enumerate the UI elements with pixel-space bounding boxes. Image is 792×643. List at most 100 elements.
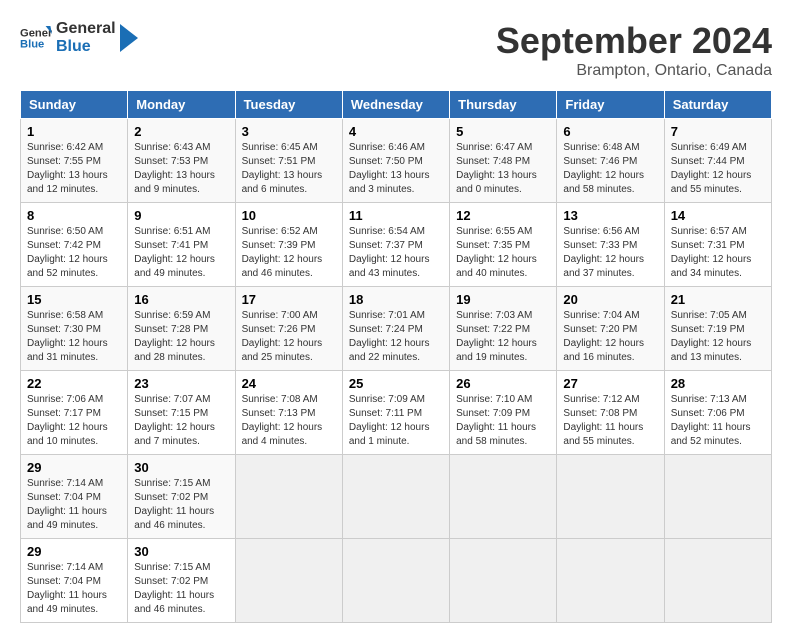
day-info: Sunrise: 7:10 AMSunset: 7:09 PMDaylight:… (456, 393, 550, 449)
day-number: 14 (671, 208, 765, 223)
logo-icon: General Blue (20, 22, 52, 54)
calendar-week-row: 29 Sunrise: 7:14 AMSunset: 7:04 PMDayligh… (21, 455, 772, 539)
day-number: 6 (563, 124, 657, 139)
table-row (557, 539, 664, 623)
table-row: 20 Sunrise: 7:04 AMSunset: 7:20 PMDayligh… (557, 287, 664, 371)
col-friday: Friday (557, 91, 664, 119)
day-number: 18 (349, 292, 443, 307)
table-row (450, 539, 557, 623)
day-info: Sunrise: 7:06 AMSunset: 7:17 PMDaylight:… (27, 393, 121, 449)
day-number: 2 (134, 124, 228, 139)
table-row (664, 455, 771, 539)
day-info: Sunrise: 7:12 AMSunset: 7:08 PMDaylight:… (563, 393, 657, 449)
table-row: 2 Sunrise: 6:43 AMSunset: 7:53 PMDaylight… (128, 119, 235, 203)
table-row (342, 455, 449, 539)
calendar-week-row: 8 Sunrise: 6:50 AMSunset: 7:42 PMDaylight… (21, 203, 772, 287)
day-number: 4 (349, 124, 443, 139)
svg-text:General: General (20, 27, 52, 39)
day-info: Sunrise: 6:52 AMSunset: 7:39 PMDaylight:… (242, 225, 336, 281)
logo: General Blue General Blue (20, 20, 138, 55)
day-number: 16 (134, 292, 228, 307)
table-row (235, 455, 342, 539)
day-info: Sunrise: 7:04 AMSunset: 7:20 PMDaylight:… (563, 309, 657, 365)
month-title: September 2024 (496, 20, 772, 62)
day-info: Sunrise: 7:05 AMSunset: 7:19 PMDaylight:… (671, 309, 765, 365)
table-row (235, 539, 342, 623)
svg-text:Blue: Blue (20, 38, 44, 50)
day-number: 29 (27, 544, 121, 559)
table-row: 4 Sunrise: 6:46 AMSunset: 7:50 PMDaylight… (342, 119, 449, 203)
day-info: Sunrise: 6:58 AMSunset: 7:30 PMDaylight:… (27, 309, 121, 365)
col-wednesday: Wednesday (342, 91, 449, 119)
day-number: 17 (242, 292, 336, 307)
day-number: 15 (27, 292, 121, 307)
table-row: 30 Sunrise: 7:15 AMSunset: 7:02 PMDayligh… (128, 455, 235, 539)
day-info: Sunrise: 7:14 AMSunset: 7:04 PMDaylight:… (27, 561, 121, 617)
table-row: 22 Sunrise: 7:06 AMSunset: 7:17 PMDayligh… (21, 371, 128, 455)
day-number: 21 (671, 292, 765, 307)
col-sunday: Sunday (21, 91, 128, 119)
day-info: Sunrise: 7:00 AMSunset: 7:26 PMDaylight:… (242, 309, 336, 365)
day-number: 9 (134, 208, 228, 223)
table-row: 9 Sunrise: 6:51 AMSunset: 7:41 PMDaylight… (128, 203, 235, 287)
table-row: 3Sunrise: 6:45 AMSunset: 7:51 PMDaylight… (235, 119, 342, 203)
calendar-header-row: Sunday Monday Tuesday Wednesday Thursday… (21, 91, 772, 119)
day-info: Sunrise: 6:57 AMSunset: 7:31 PMDaylight:… (671, 225, 765, 281)
day-info: Sunrise: 7:14 AMSunset: 7:04 PMDaylight:… (27, 477, 121, 533)
table-row: 1 Sunrise: 6:42 AMSunset: 7:55 PMDaylight… (21, 119, 128, 203)
day-info: Sunrise: 6:50 AMSunset: 7:42 PMDaylight:… (27, 225, 121, 281)
day-number: 8 (27, 208, 121, 223)
table-row (342, 539, 449, 623)
table-row: 12Sunrise: 6:55 AMSunset: 7:35 PMDayligh… (450, 203, 557, 287)
day-number: 29 (27, 460, 121, 475)
location-title: Brampton, Ontario, Canada (496, 62, 772, 80)
calendar-week-row: 15 Sunrise: 6:58 AMSunset: 7:30 PMDayligh… (21, 287, 772, 371)
table-row (664, 539, 771, 623)
table-row: 14 Sunrise: 6:57 AMSunset: 7:31 PMDayligh… (664, 203, 771, 287)
day-info: Sunrise: 7:15 AMSunset: 7:02 PMDaylight:… (134, 477, 228, 533)
day-info: Sunrise: 6:51 AMSunset: 7:41 PMDaylight:… (134, 225, 228, 281)
day-number: 30 (134, 544, 228, 559)
col-monday: Monday (128, 91, 235, 119)
day-number: 22 (27, 376, 121, 391)
day-number: 20 (563, 292, 657, 307)
day-info: Sunrise: 6:55 AMSunset: 7:35 PMDaylight:… (456, 225, 550, 281)
day-info: Sunrise: 6:49 AMSunset: 7:44 PMDaylight:… (671, 141, 765, 197)
day-number: 7 (671, 124, 765, 139)
day-number: 26 (456, 376, 550, 391)
table-row: 17 Sunrise: 7:00 AMSunset: 7:26 PMDayligh… (235, 287, 342, 371)
day-number: 1 (27, 124, 121, 139)
day-info: Sunrise: 6:47 AMSunset: 7:48 PMDaylight:… (456, 141, 550, 197)
day-info: Sunrise: 7:03 AMSunset: 7:22 PMDaylight:… (456, 309, 550, 365)
day-info: Sunrise: 6:59 AMSunset: 7:28 PMDaylight:… (134, 309, 228, 365)
table-row: 6Sunrise: 6:48 AMSunset: 7:46 PMDaylight… (557, 119, 664, 203)
table-row: 29 Sunrise: 7:14 AMSunset: 7:04 PMDayligh… (21, 455, 128, 539)
col-saturday: Saturday (664, 91, 771, 119)
table-row: 13Sunrise: 6:56 AMSunset: 7:33 PMDayligh… (557, 203, 664, 287)
day-info: Sunrise: 6:43 AMSunset: 7:53 PMDaylight:… (134, 141, 228, 197)
title-area: September 2024 Brampton, Ontario, Canada (496, 20, 772, 80)
day-number: 19 (456, 292, 550, 307)
day-number: 10 (242, 208, 336, 223)
calendar-table: Sunday Monday Tuesday Wednesday Thursday… (20, 90, 772, 623)
day-info: Sunrise: 6:45 AMSunset: 7:51 PMDaylight:… (242, 141, 336, 197)
table-row: 5Sunrise: 6:47 AMSunset: 7:48 PMDaylight… (450, 119, 557, 203)
day-number: 11 (349, 208, 443, 223)
table-row: 16 Sunrise: 6:59 AMSunset: 7:28 PMDayligh… (128, 287, 235, 371)
col-thursday: Thursday (450, 91, 557, 119)
table-row: 25Sunrise: 7:09 AMSunset: 7:11 PMDayligh… (342, 371, 449, 455)
day-info: Sunrise: 6:46 AMSunset: 7:50 PMDaylight:… (349, 141, 443, 197)
day-number: 30 (134, 460, 228, 475)
table-row: 26 Sunrise: 7:10 AMSunset: 7:09 PMDayligh… (450, 371, 557, 455)
day-info: Sunrise: 7:13 AMSunset: 7:06 PMDaylight:… (671, 393, 765, 449)
day-info: Sunrise: 7:15 AMSunset: 7:02 PMDaylight:… (134, 561, 228, 617)
calendar-week-row: 1 Sunrise: 6:42 AMSunset: 7:55 PMDaylight… (21, 119, 772, 203)
table-row: 18Sunrise: 7:01 AMSunset: 7:24 PMDayligh… (342, 287, 449, 371)
day-info: Sunrise: 6:42 AMSunset: 7:55 PMDaylight:… (27, 141, 121, 197)
table-row: 10 Sunrise: 6:52 AMSunset: 7:39 PMDayligh… (235, 203, 342, 287)
table-row: 8 Sunrise: 6:50 AMSunset: 7:42 PMDaylight… (21, 203, 128, 287)
table-row (450, 455, 557, 539)
table-row: 11Sunrise: 6:54 AMSunset: 7:37 PMDayligh… (342, 203, 449, 287)
table-row: 15 Sunrise: 6:58 AMSunset: 7:30 PMDayligh… (21, 287, 128, 371)
col-tuesday: Tuesday (235, 91, 342, 119)
